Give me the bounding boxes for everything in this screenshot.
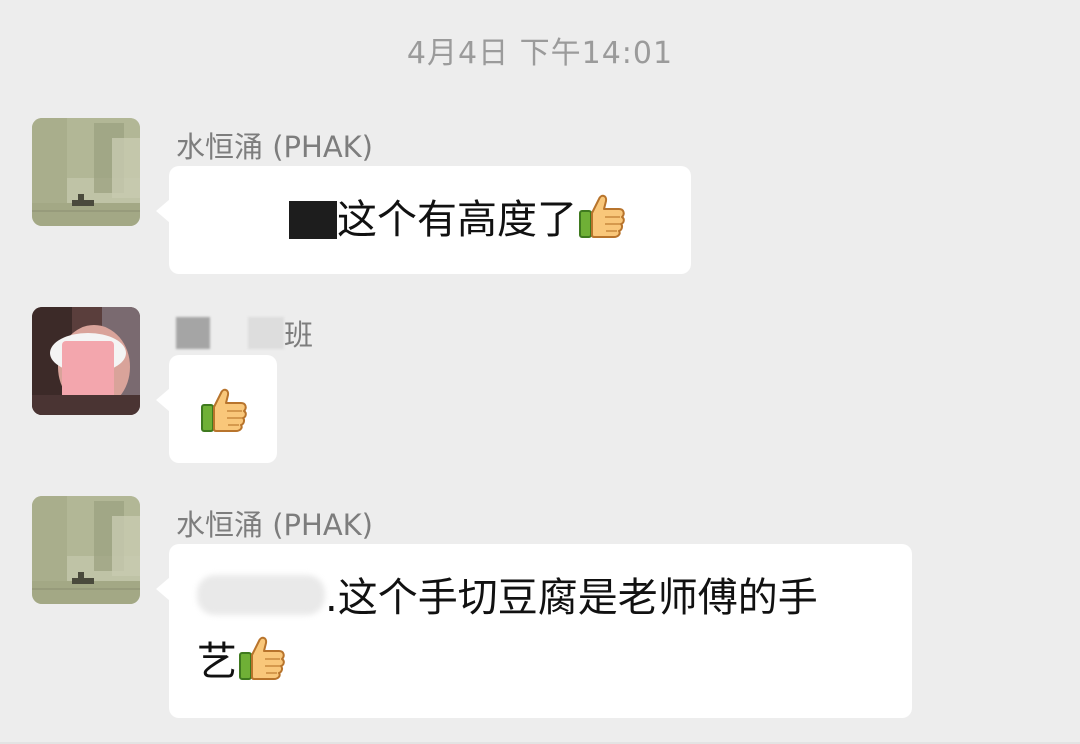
redacted-text xyxy=(197,575,325,615)
message-bubble[interactable]: 这个有高度了 xyxy=(156,166,691,274)
avatar[interactable] xyxy=(32,118,140,226)
redaction-block xyxy=(248,317,284,349)
message-text: .这个手切豆腐是老师傅的手 xyxy=(325,575,818,621)
avatar[interactable] xyxy=(32,307,140,415)
redaction-block xyxy=(176,317,210,349)
sender-name: 水恒涌 (PHAK) xyxy=(176,130,373,164)
sender-name: 水恒涌 (PHAK) xyxy=(176,508,373,542)
portrait-photo-icon xyxy=(32,307,140,415)
avatar[interactable] xyxy=(32,496,140,604)
sender-name: 班 xyxy=(176,312,313,354)
thumbs-up-icon xyxy=(577,189,629,241)
redaction-block xyxy=(289,201,337,239)
message-content: .这个手切豆腐是老师傅的手 xyxy=(197,566,892,630)
message-text: 艺 xyxy=(197,639,237,685)
message-content: 这个有高度了 xyxy=(197,197,629,243)
chat-timestamp: 4月4日 下午14:01 xyxy=(406,36,674,71)
message-bubble[interactable]: .这个手切豆腐是老师傅的手 艺 xyxy=(156,544,912,718)
landscape-photo-icon xyxy=(32,118,140,226)
thumbs-up-icon xyxy=(199,383,251,435)
sender-name-suffix: 班 xyxy=(284,318,314,352)
message-text: 这个有高度了 xyxy=(337,197,577,243)
landscape-photo-icon xyxy=(32,496,140,604)
message-bubble[interactable] xyxy=(156,355,277,463)
message-content: 艺 xyxy=(197,630,892,694)
thumbs-up-icon xyxy=(237,631,289,683)
